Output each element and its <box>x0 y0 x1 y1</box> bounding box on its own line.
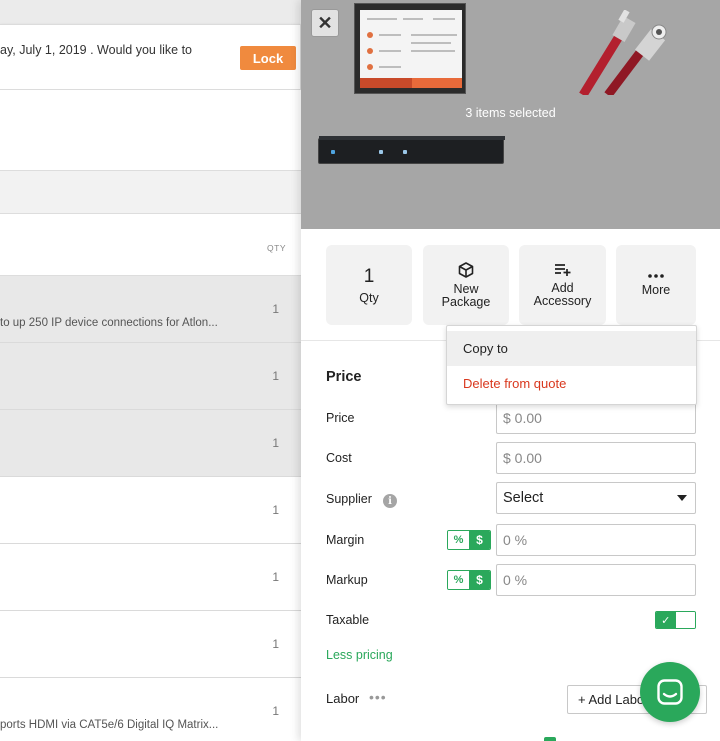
more-label: More <box>641 283 671 297</box>
dollar-option[interactable]: $ <box>469 531 490 549</box>
markup-unit-toggle[interactable]: % $ <box>447 570 491 590</box>
info-icon[interactable]: i <box>383 494 397 508</box>
row-qty: 1 <box>272 704 279 718</box>
qty-value: 1 <box>363 265 375 287</box>
percent-option[interactable]: % <box>448 571 469 589</box>
table-header: QTY <box>0 214 301 276</box>
cost-input[interactable]: $ 0.00 <box>496 442 696 474</box>
chat-icon <box>657 679 683 705</box>
labor-more-icon[interactable]: ••• <box>369 689 387 705</box>
more-menu: Copy to Delete from quote <box>446 325 697 405</box>
margin-input[interactable]: 0 % <box>496 524 696 556</box>
banner-text: ay, July 1, 2019 . Would you like to <box>0 43 193 57</box>
add-accessory-label-1: Add <box>551 280 574 295</box>
price-input[interactable]: $ 0.00 <box>496 402 696 434</box>
row-qty: 1 <box>272 503 279 517</box>
percent-option[interactable]: % <box>448 531 469 549</box>
section-band <box>0 170 301 214</box>
add-accessory-label-2: Accessory <box>533 293 592 308</box>
row-description: to up 250 IP device connections for Atlo… <box>0 317 218 329</box>
less-pricing-link[interactable]: Less pricing <box>326 648 393 662</box>
table-row[interactable]: 1 <box>0 544 301 611</box>
background-page: ay, July 1, 2019 . Would you like to Loc… <box>0 0 301 741</box>
product-thumbnail-cable <box>579 10 667 95</box>
table-row[interactable]: 1 <box>0 343 301 410</box>
qty-label: Qty <box>359 290 379 305</box>
add-list-icon <box>554 263 570 276</box>
menu-item-delete-from-quote[interactable]: Delete from quote <box>447 366 696 401</box>
product-thumbnail-software <box>354 3 466 94</box>
lock-banner: ay, July 1, 2019 . Would you like to Loc… <box>0 24 301 90</box>
margin-unit-toggle[interactable]: % $ <box>447 530 491 550</box>
add-accessory-button[interactable]: Add Accessory <box>519 245 606 325</box>
row-qty: 1 <box>272 369 279 383</box>
supplier-select-value: Select <box>503 490 544 506</box>
check-icon: ✓ <box>656 612 676 628</box>
row-qty: 1 <box>272 570 279 584</box>
lock-button[interactable]: Lock <box>240 46 296 70</box>
chevron-down-icon <box>677 495 687 501</box>
taxable-toggle[interactable]: ✓ <box>655 611 696 629</box>
qty-column-header: QTY <box>267 243 286 253</box>
product-thumbnail-device <box>318 136 505 164</box>
markup-input[interactable]: 0 % <box>496 564 696 596</box>
close-button[interactable]: ✕ <box>311 9 339 37</box>
taxable-label: Taxable <box>326 613 370 627</box>
selected-count: 3 items selected <box>465 106 556 120</box>
more-button[interactable]: More <box>616 245 696 325</box>
labor-label: Labor <box>326 691 360 706</box>
row-description: ports HDMI via CAT5e/6 Digital IQ Matrix… <box>0 719 219 731</box>
package-icon <box>458 261 474 278</box>
table-row[interactable]: 1 <box>0 611 301 678</box>
row-qty: 1 <box>272 436 279 450</box>
selected-items-preview: ✕ 3 items selected <box>301 0 720 229</box>
new-package-label-1: New <box>453 281 479 296</box>
margin-label: Margin <box>326 533 365 547</box>
price-section-title: Price <box>326 369 362 385</box>
table-row[interactable]: 1 <box>0 477 301 544</box>
price-label: Price <box>326 411 355 425</box>
cost-label: Cost <box>326 451 352 465</box>
dollar-option[interactable]: $ <box>469 571 490 589</box>
close-icon: ✕ <box>317 12 333 33</box>
checkbox[interactable] <box>544 737 556 741</box>
item-details-panel: ✕ 3 items selected 1 Qty New Package Add… <box>301 0 720 741</box>
items-table: to up 250 IP device connections for Atlo… <box>0 276 301 741</box>
markup-label: Markup <box>326 573 368 587</box>
table-row[interactable]: 1 <box>0 410 301 477</box>
chat-launcher-button[interactable] <box>640 662 700 722</box>
row-qty: 1 <box>272 302 279 316</box>
background-area <box>0 90 301 170</box>
menu-item-copy-to[interactable]: Copy to <box>447 331 696 366</box>
table-row[interactable]: ports HDMI via CAT5e/6 Digital IQ Matrix… <box>0 678 301 741</box>
new-package-label-2: Package <box>441 294 491 309</box>
row-qty: 1 <box>272 637 279 651</box>
supplier-select[interactable]: Select <box>496 482 696 514</box>
more-dots-icon <box>648 274 664 278</box>
qty-tile[interactable]: 1 Qty <box>326 245 412 325</box>
supplier-label: Supplier <box>326 492 372 506</box>
table-row[interactable]: to up 250 IP device connections for Atlo… <box>0 276 301 343</box>
new-package-button[interactable]: New Package <box>423 245 509 325</box>
